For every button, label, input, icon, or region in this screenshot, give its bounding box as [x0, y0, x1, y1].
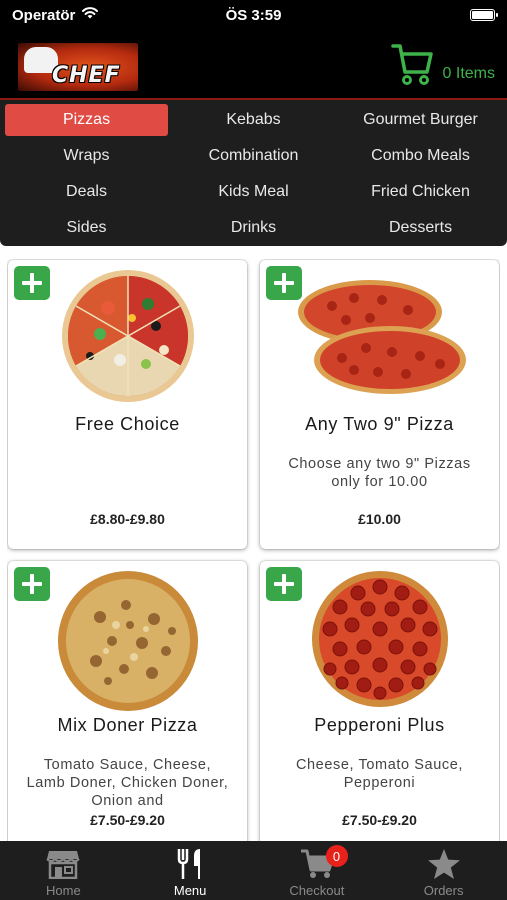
cart-items-count: 0 Items	[442, 65, 495, 82]
mixed-pizza-image	[60, 268, 196, 409]
product-price: £7.50-£9.20	[342, 812, 417, 828]
product-card[interactable]: Mix Doner Pizza Tomato Sauce, Cheese, La…	[8, 561, 247, 841]
battery-icon	[470, 9, 498, 21]
bottom-tab-bar: Home Menu 0 Checkout Orders	[0, 841, 507, 900]
tab-checkout[interactable]: 0 Checkout	[254, 841, 381, 900]
tab-label: Menu	[173, 883, 207, 898]
add-to-cart-button[interactable]	[14, 266, 50, 300]
tab-label: Orders	[423, 883, 464, 898]
category-fried-chicken[interactable]: Fried Chicken	[339, 176, 502, 208]
cart-icon	[390, 42, 433, 91]
header-cart[interactable]: 0 Items	[390, 42, 495, 91]
product-price: £7.50-£9.20	[90, 812, 165, 828]
category-sides[interactable]: Sides	[5, 212, 168, 244]
pepperoni-pizza-image	[310, 569, 450, 714]
tab-home[interactable]: Home	[0, 841, 127, 900]
storefront-icon	[46, 847, 81, 881]
product-description: Choose any two 9" Pizzas only for 10.00	[288, 456, 471, 490]
logo-text: CHEF	[52, 63, 121, 88]
category-combo-meals[interactable]: Combo Meals	[339, 140, 502, 172]
category-menu: Pizzas Kebabs Gourmet Burger Wraps Combi…	[0, 100, 507, 246]
product-card[interactable]: Free Choice £8.80-£9.80	[8, 260, 247, 549]
product-name: Free Choice	[75, 414, 180, 434]
tab-label: Checkout	[289, 883, 345, 898]
product-description: Tomato Sauce, Cheese, Lamb Doner, Chicke…	[26, 757, 229, 809]
category-gourmet-burger[interactable]: Gourmet Burger	[339, 104, 502, 136]
fork-knife-icon	[176, 847, 204, 881]
category-desserts[interactable]: Desserts	[339, 212, 502, 244]
product-price: £10.00	[358, 511, 401, 527]
add-to-cart-button[interactable]	[266, 567, 302, 601]
category-drinks[interactable]: Drinks	[172, 212, 335, 244]
tab-menu[interactable]: Menu	[127, 841, 254, 900]
status-bar: Operatör ÖS 3:59	[0, 0, 507, 30]
add-to-cart-button[interactable]	[14, 567, 50, 601]
product-price: £8.80-£9.80	[90, 511, 165, 527]
product-name: Any Two 9" Pizza	[305, 414, 454, 434]
category-kebabs[interactable]: Kebabs	[172, 104, 335, 136]
category-wraps[interactable]: Wraps	[5, 140, 168, 172]
carrier-label: Operatör	[12, 6, 76, 24]
product-name: Mix Doner Pizza	[57, 715, 198, 735]
product-description: Cheese, Tomato Sauce, Pepperoni	[295, 757, 464, 791]
category-combination[interactable]: Combination	[172, 140, 335, 172]
chef-logo[interactable]: CHEF	[18, 43, 138, 91]
category-deals[interactable]: Deals	[5, 176, 168, 208]
tab-orders[interactable]: Orders	[380, 841, 507, 900]
star-icon	[427, 847, 461, 881]
app-header: CHEF 0 Items	[0, 30, 507, 100]
product-name: Pepperoni Plus	[314, 715, 445, 735]
doner-pizza-image	[56, 569, 200, 718]
category-pizzas[interactable]: Pizzas	[5, 104, 168, 136]
category-kids-meal[interactable]: Kids Meal	[172, 176, 335, 208]
cart-count-badge: 0	[325, 845, 348, 867]
product-card[interactable]: Pepperoni Plus Cheese, Tomato Sauce, Pep…	[260, 561, 499, 841]
two-pizzas-image	[292, 268, 468, 405]
status-left: Operatör	[12, 6, 99, 24]
product-grid: Free Choice £8.80-£9.80 Any Two 9" Pizza…	[7, 259, 500, 841]
wifi-icon	[81, 6, 99, 24]
product-card[interactable]: Any Two 9" Pizza Choose any two 9" Pizza…	[260, 260, 499, 549]
tab-label: Home	[46, 883, 81, 898]
